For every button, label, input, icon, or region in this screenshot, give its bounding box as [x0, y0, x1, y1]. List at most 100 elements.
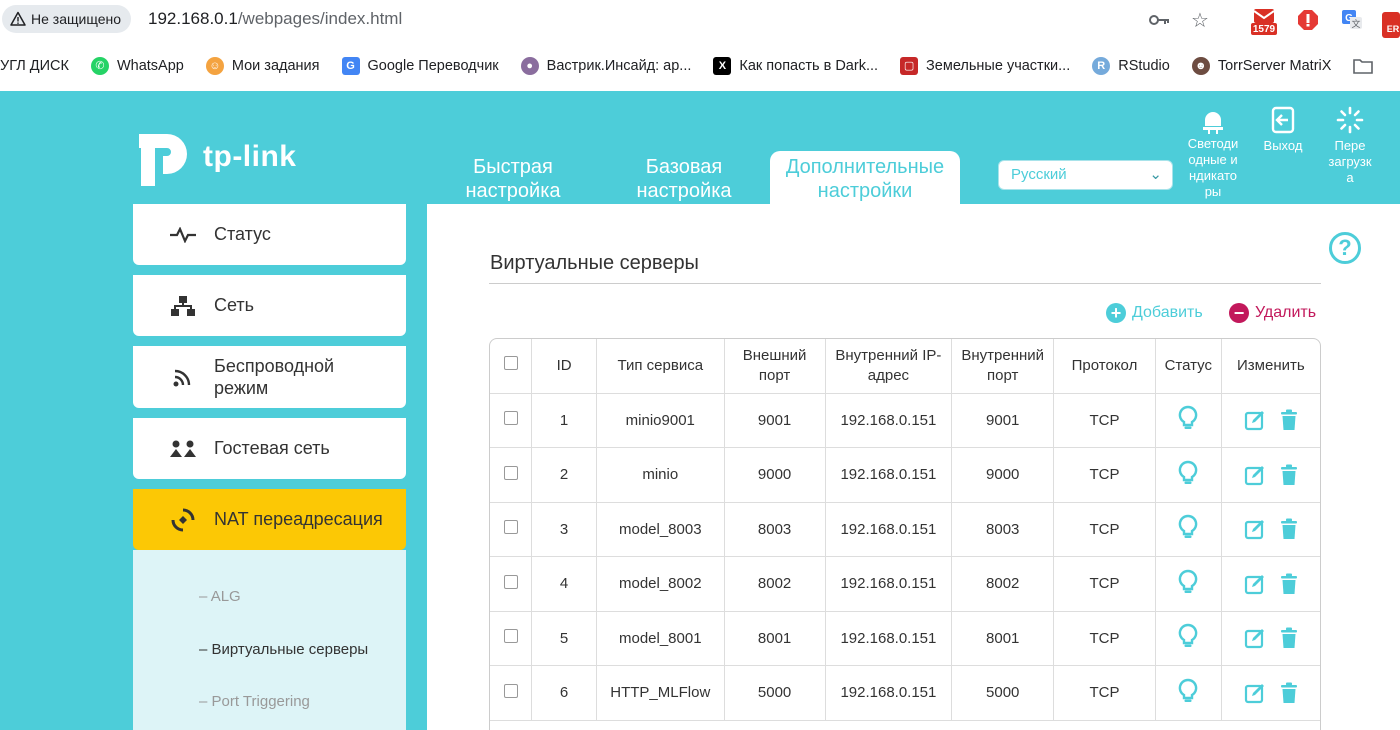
edit-icon[interactable] — [1244, 464, 1266, 486]
cell-service: minio9001 — [596, 393, 725, 448]
key-icon[interactable] — [1148, 8, 1172, 32]
tab-basic[interactable]: Базовая настройка — [620, 151, 748, 204]
bookmark-item[interactable]: X Как попасть в Dark... — [713, 56, 878, 75]
adblock-extension-icon[interactable] — [1296, 8, 1320, 32]
whatsapp-icon: ✆ — [90, 56, 109, 75]
cell-int-port: 9000 — [951, 447, 1055, 503]
logout-button[interactable]: Выход — [1258, 106, 1308, 154]
row-checkbox[interactable] — [503, 683, 518, 698]
trash-icon[interactable] — [1280, 464, 1298, 486]
status-bulb-icon[interactable] — [1178, 460, 1198, 486]
trash-icon[interactable] — [1280, 682, 1298, 704]
bookmarks-folder[interactable] — [1353, 58, 1374, 74]
edit-icon[interactable] — [1244, 682, 1266, 704]
cell-protocol: TCP — [1053, 665, 1156, 721]
cell-service: HTTP_MLFlow — [596, 665, 725, 721]
led-icon — [1203, 112, 1223, 134]
cell-ext-port: 9001 — [724, 393, 826, 448]
row-checkbox[interactable] — [503, 465, 518, 480]
cell-ext-port: 8002 — [724, 556, 826, 612]
subnav-item-port-triggering[interactable]: – Port Triggering — [199, 693, 310, 710]
cell-ip: 192.168.0.151 — [825, 502, 953, 557]
cell-protocol: TCP — [1053, 447, 1156, 503]
logout-icon — [1271, 106, 1295, 134]
bookmark-item[interactable]: ☻ TorrServer MatriX — [1191, 56, 1331, 75]
bookmark-item[interactable]: УГЛ ДИСК — [0, 58, 69, 74]
status-bulb-icon[interactable] — [1178, 569, 1198, 595]
logo-wordmark: tp-link — [203, 140, 297, 173]
row-checkbox[interactable] — [503, 629, 518, 644]
trash-icon[interactable] — [1280, 573, 1298, 595]
gmail-extension-icon[interactable]: 1579 — [1251, 5, 1277, 35]
guest-icon — [168, 439, 198, 459]
url-field[interactable]: 192.168.0.1/webpages/index.html — [148, 9, 402, 29]
svg-text:文: 文 — [1351, 18, 1360, 29]
bookmark-item[interactable]: G Google Переводчик — [341, 56, 499, 75]
table-row: 2 minio 9000 192.168.0.151 9000 TCP — [490, 447, 1320, 503]
row-checkbox[interactable] — [503, 520, 518, 535]
cell-ip: 192.168.0.151 — [825, 393, 953, 448]
row-checkbox[interactable] — [503, 411, 518, 426]
bookmark-item[interactable]: ✆ WhatsApp — [90, 56, 184, 75]
bookmark-item[interactable]: ● Вастрик.Инсайд: ар... — [520, 56, 691, 75]
subnav-item-alg[interactable]: – ALG — [199, 588, 241, 605]
edit-icon[interactable] — [1244, 409, 1266, 431]
cell-service: minio — [596, 447, 725, 503]
tplink-logo-icon — [139, 134, 187, 186]
title-divider — [489, 283, 1321, 284]
tasks-icon: ☺ — [205, 56, 224, 75]
tab-advanced[interactable]: Дополнительные настройки — [770, 151, 960, 204]
trash-icon[interactable] — [1280, 627, 1298, 649]
trash-icon[interactable] — [1280, 518, 1298, 540]
subnav-item-virtual-servers[interactable]: – Виртуальные серверы — [199, 641, 368, 658]
sidebar-item-network[interactable]: Сеть — [133, 275, 406, 336]
delete-button[interactable]: − Удалить — [1229, 303, 1316, 323]
translate-extension-icon[interactable]: G文 — [1340, 8, 1364, 32]
ext-badge: 1579 — [1253, 24, 1276, 35]
bookmark-item[interactable]: R RStudio — [1092, 56, 1170, 75]
extension-icon-partial[interactable]: ER — [1382, 12, 1400, 38]
cell-protocol: TCP — [1053, 393, 1156, 448]
row-checkbox[interactable] — [503, 574, 518, 589]
cell-id: 3 — [531, 502, 597, 557]
column-header: Внутренний IP-адрес — [825, 339, 953, 394]
edit-icon[interactable] — [1244, 573, 1266, 595]
logout-label: Выход — [1263, 138, 1303, 153]
bookmarks-bar: УГЛ ДИСК ✆ WhatsApp ☺ Мои задания G Google … — [0, 40, 1400, 91]
sidebar-item-nat[interactable]: NAT переадресация — [133, 489, 406, 550]
status-bulb-icon[interactable] — [1178, 405, 1198, 431]
sidebar-item-status[interactable]: Статус — [133, 204, 406, 265]
rstudio-icon: R — [1092, 56, 1111, 75]
sidebar-item-wireless[interactable]: Беспроводной режим — [133, 346, 406, 408]
bookmark-star-icon[interactable]: ☆ — [1188, 8, 1212, 32]
reboot-button[interactable]: Пере загрузк а — [1326, 106, 1374, 186]
bookmark-item[interactable]: ☺ Мои задания — [205, 56, 320, 75]
column-header: Тип сервиса — [596, 339, 725, 394]
cell-id: 2 — [531, 447, 597, 503]
sidebar-subnav: – ALG – Виртуальные серверы – Port Trigg… — [133, 550, 406, 730]
status-bulb-icon[interactable] — [1178, 678, 1198, 704]
land-icon: ▢ — [900, 56, 919, 75]
help-icon[interactable]: ? — [1329, 232, 1361, 264]
status-bulb-icon[interactable] — [1178, 514, 1198, 540]
select-all-cell — [490, 339, 533, 394]
bookmark-item[interactable]: ▢ Земельные участки... — [900, 56, 1070, 75]
cell-id: 5 — [531, 611, 597, 666]
language-select[interactable]: Русский ⌄ — [998, 160, 1173, 190]
add-button[interactable]: + Добавить — [1106, 303, 1203, 323]
status-bulb-icon[interactable] — [1178, 623, 1198, 649]
trash-icon[interactable] — [1280, 409, 1298, 431]
table-row: 4 model_8002 8002 192.168.0.151 8002 TCP — [490, 556, 1320, 612]
edit-icon[interactable] — [1244, 518, 1266, 540]
cell-protocol: TCP — [1053, 611, 1156, 666]
cell-int-port: 8001 — [951, 611, 1055, 666]
sidebar-item-guest[interactable]: Гостевая сеть — [133, 418, 406, 479]
led-label: Светоди одные и ндикато ры — [1187, 136, 1239, 199]
security-chip[interactable]: Не защищено — [2, 5, 131, 33]
led-button[interactable]: Светоди одные и ндикато ры — [1183, 106, 1243, 200]
page-title: Виртуальные серверы — [490, 252, 699, 274]
tab-quick-setup[interactable]: Быстрая настройка — [445, 151, 581, 204]
edit-icon[interactable] — [1244, 627, 1266, 649]
select-all-checkbox[interactable] — [503, 355, 518, 370]
cell-ip: 192.168.0.151 — [825, 611, 953, 666]
